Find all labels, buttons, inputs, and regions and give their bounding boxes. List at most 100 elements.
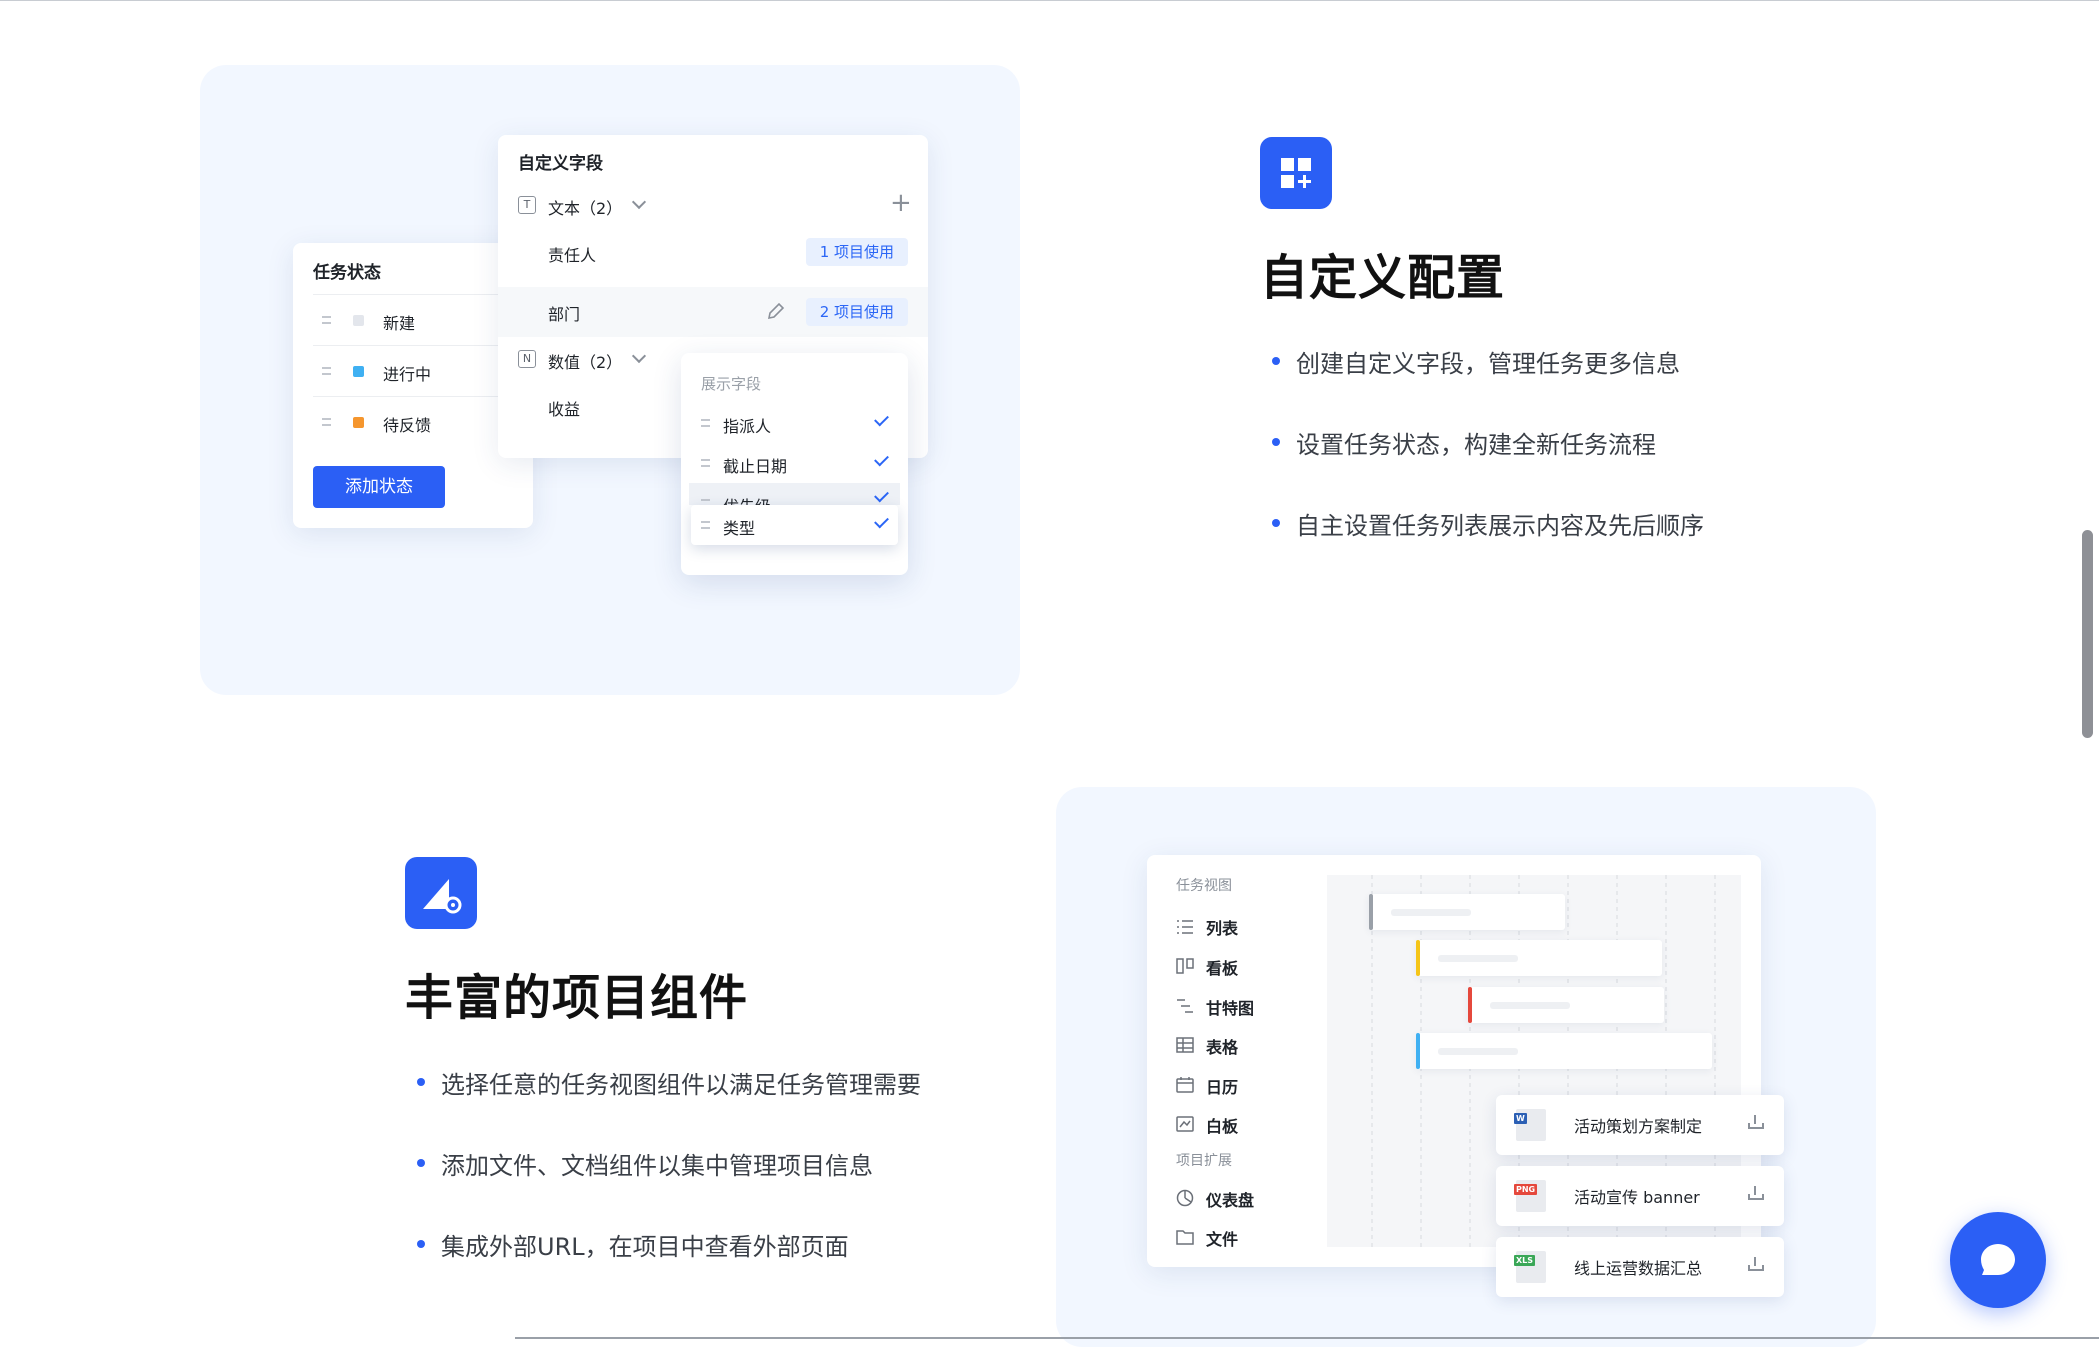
display-field-label: 优先级 (723, 493, 771, 505)
view-item-label: 表格 (1206, 1038, 1239, 1057)
calendar-icon (1176, 1077, 1194, 1093)
display-fields-card: 展示字段 指派人 截止日期 优先级 类型 (681, 353, 908, 575)
check-icon[interactable] (874, 513, 889, 529)
project-components-icon (405, 857, 477, 929)
drag-handle-icon[interactable] (701, 496, 710, 505)
field-row[interactable]: 部门 2 项目使用 (498, 287, 928, 337)
gantt-task-bar[interactable] (1468, 987, 1664, 1023)
gantt-task-bar[interactable] (1369, 894, 1565, 930)
view-item-label: 日历 (1206, 1078, 1239, 1097)
feature-bullet-text: 自主设置任务列表展示内容及先后顺序 (1296, 512, 1704, 540)
drag-handle-icon[interactable] (701, 456, 710, 470)
custom-fields-title: 自定义字段 (518, 154, 603, 174)
status-row[interactable]: 进行中 (293, 346, 533, 396)
display-field-row[interactable]: 优先级 (689, 483, 900, 505)
png-file-icon: PNG (1514, 1180, 1546, 1212)
chevron-down-icon[interactable] (631, 194, 647, 210)
status-color-swatch (353, 366, 364, 377)
scrollbar-thumb[interactable] (2082, 530, 2093, 738)
field-row[interactable]: 责任人 1 项目使用 (498, 227, 928, 277)
dashboard-icon (1176, 1189, 1194, 1207)
scrollbar-track[interactable] (2079, 0, 2099, 1339)
table-icon (1176, 1037, 1194, 1053)
download-icon[interactable] (1748, 1257, 1764, 1271)
download-icon[interactable] (1748, 1186, 1764, 1200)
drag-handle-icon[interactable] (701, 518, 710, 532)
feature-bullet: 添加文件、文档组件以集中管理项目信息 (417, 1146, 873, 1181)
view-item-label: 看板 (1206, 959, 1239, 978)
status-row[interactable]: 新建 (293, 295, 533, 345)
feature-bullet: 集成外部URL，在项目中查看外部页面 (417, 1227, 849, 1262)
display-fields-title: 展示字段 (701, 375, 762, 393)
plus-icon[interactable]: + (890, 188, 912, 218)
dragging-field-row[interactable]: 类型 (691, 505, 898, 545)
file-name: 活动策划方案制定 (1574, 1117, 1703, 1136)
bullet-dot (417, 1078, 425, 1086)
view-item-label: 白板 (1206, 1117, 1239, 1136)
bullet-dot (417, 1159, 425, 1167)
add-status-button[interactable]: 添加状态 (313, 466, 445, 508)
extension-item-files[interactable]: 文件 (1176, 1226, 1296, 1250)
display-field-row[interactable]: 截止日期 (681, 443, 908, 483)
gantt-bar-accent (1416, 1033, 1420, 1069)
gantt-task-bar[interactable] (1416, 1033, 1712, 1069)
view-item-gantt[interactable]: 甘特图 (1176, 995, 1296, 1019)
drag-handle-icon[interactable] (322, 415, 331, 429)
view-item-table[interactable]: 表格 (1176, 1034, 1296, 1058)
kanban-icon (1176, 958, 1194, 974)
usage-badge: 1 项目使用 (805, 238, 908, 266)
bullet-dot (417, 1240, 425, 1248)
display-field-row[interactable]: 指派人 (681, 403, 908, 443)
gantt-bar-accent (1369, 894, 1373, 930)
gantt-bar-placeholder (1438, 1048, 1518, 1055)
status-row[interactable]: 待反馈 (293, 397, 533, 447)
gantt-bar-accent (1416, 940, 1420, 976)
display-field-label: 指派人 (723, 417, 772, 436)
extension-item-label: 文件 (1206, 1230, 1239, 1249)
views-sidebar: 列表 看板 甘特图 表格 日历 白板 项目扩展 仪表盘 文件 (1176, 855, 1306, 1267)
feature-bullet: 自主设置任务列表展示内容及先后顺序 (1272, 506, 1704, 541)
bullet-dot (1272, 357, 1280, 365)
chat-support-button[interactable] (1950, 1212, 2046, 1308)
display-field-label: 截止日期 (723, 457, 788, 476)
drag-handle-icon[interactable] (322, 313, 331, 327)
text-field-icon: T (518, 196, 536, 214)
field-label: 部门 (548, 305, 581, 324)
usage-badge: 2 项目使用 (805, 298, 908, 326)
chat-bubble-icon (1981, 1244, 2015, 1275)
feature-bullet-text: 创建自定义字段，管理任务更多信息 (1296, 350, 1680, 378)
list-icon (1177, 920, 1193, 934)
gantt-bar-accent (1468, 987, 1472, 1023)
view-item-list[interactable]: 列表 (1176, 915, 1296, 939)
view-item-label: 列表 (1206, 919, 1239, 938)
gantt-bar-placeholder (1438, 955, 1518, 962)
download-icon[interactable] (1748, 1115, 1764, 1129)
file-card[interactable]: XLS 线上运营数据汇总 (1496, 1237, 1784, 1297)
file-card[interactable]: PNG 活动宣传 banner (1496, 1166, 1784, 1226)
edit-pencil-icon[interactable] (766, 301, 786, 321)
view-item-whiteboard[interactable]: 白板 (1176, 1113, 1296, 1137)
view-item-kanban[interactable]: 看板 (1176, 955, 1296, 979)
field-label: 责任人 (548, 246, 597, 265)
custom-config-icon (1260, 137, 1332, 209)
extension-item-dashboard[interactable]: 仪表盘 (1176, 1187, 1296, 1211)
file-card[interactable]: W 活动策划方案制定 (1496, 1095, 1784, 1155)
field-group-label: 文本（2） (548, 199, 623, 218)
view-item-label: 甘特图 (1206, 999, 1255, 1018)
view-item-calendar[interactable]: 日历 (1176, 1074, 1296, 1098)
bullet-dot (1272, 519, 1280, 527)
chevron-down-icon[interactable] (631, 348, 647, 364)
feature-bullet: 选择任意的任务视图组件以满足任务管理需要 (417, 1065, 921, 1100)
display-field-label: 类型 (723, 519, 756, 538)
gantt-task-bar[interactable] (1416, 940, 1662, 976)
drag-handle-icon[interactable] (322, 364, 331, 378)
field-group-text[interactable]: T 文本（2） + (498, 183, 928, 227)
check-icon[interactable] (874, 487, 889, 503)
task-status-title: 任务状态 (313, 263, 381, 283)
check-icon[interactable] (874, 411, 889, 427)
drag-handle-icon[interactable] (701, 416, 710, 430)
file-name: 活动宣传 banner (1574, 1188, 1700, 1207)
extensions-heading: 项目扩展 (1176, 1153, 1232, 1169)
check-icon[interactable] (874, 451, 889, 467)
status-label: 待反馈 (383, 416, 432, 435)
